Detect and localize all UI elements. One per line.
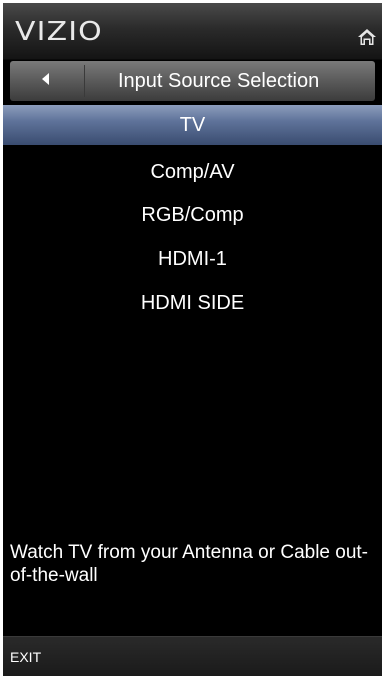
title-bar: Input Source Selection bbox=[10, 61, 375, 101]
input-description: Watch TV from your Antenna or Cable out-… bbox=[10, 542, 369, 586]
menu-item-rgb-comp[interactable]: RGB/Comp bbox=[3, 195, 382, 235]
page-title: Input Source Selection bbox=[118, 70, 320, 92]
back-arrow-icon[interactable] bbox=[42, 73, 49, 85]
input-source-list: TV Comp/AV RGB/Comp HDMI-1 HDMI SIDE bbox=[3, 105, 382, 525]
footer-bar: EXIT bbox=[3, 636, 382, 676]
menu-item-comp-av[interactable]: Comp/AV bbox=[3, 152, 382, 192]
input-source-menu-panel: VIZIO Input Source Selection TV Comp/AV … bbox=[3, 3, 382, 676]
menu-item-hdmi-side[interactable]: HDMI SIDE bbox=[3, 283, 382, 323]
title-divider bbox=[84, 65, 85, 97]
exit-button[interactable]: EXIT bbox=[10, 649, 41, 665]
home-icon[interactable] bbox=[356, 27, 378, 47]
brand-header: VIZIO bbox=[3, 3, 382, 60]
menu-item-hdmi-1[interactable]: HDMI-1 bbox=[3, 239, 382, 279]
menu-item-tv[interactable]: TV bbox=[3, 105, 382, 145]
vizio-logo: VIZIO bbox=[15, 17, 103, 47]
